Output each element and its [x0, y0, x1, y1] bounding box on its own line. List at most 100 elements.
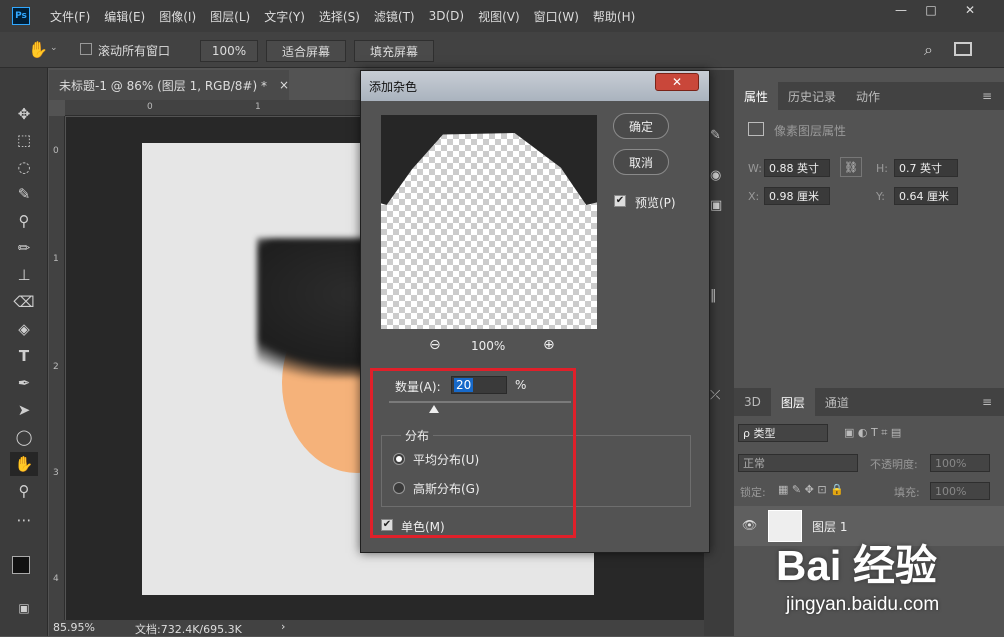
- width-label: W:: [748, 162, 762, 175]
- path-select-tool-icon[interactable]: ➤: [10, 398, 38, 422]
- menu-file[interactable]: 文件(F): [50, 8, 90, 25]
- preview-hair-shape: [381, 115, 597, 205]
- tab-channels[interactable]: 通道: [815, 388, 859, 416]
- maximize-button[interactable]: □: [916, 0, 946, 20]
- ruler-number: 0: [53, 146, 59, 156]
- tab-3d[interactable]: 3D: [734, 388, 771, 416]
- width-field[interactable]: 0.88 英寸: [764, 159, 830, 177]
- zoom-in-icon[interactable]: ⊕: [543, 337, 555, 353]
- hand-tool-icon[interactable]: ✋: [28, 40, 48, 59]
- properties-tabs: 属性 历史记录 动作 ≡: [734, 82, 1004, 110]
- panel-menu-icon[interactable]: ≡: [982, 89, 992, 103]
- dock-tool-icon[interactable]: ‖: [710, 288, 717, 303]
- eyedropper-tool-icon[interactable]: ⚲: [10, 209, 38, 233]
- menu-filter[interactable]: 滤镜(T): [374, 8, 415, 25]
- stamp-tool-icon[interactable]: ⊥: [10, 263, 38, 287]
- menu-edit[interactable]: 编辑(E): [104, 8, 145, 25]
- watermark-logo: Bai 经验: [776, 542, 938, 589]
- lasso-tool-icon[interactable]: ◌: [10, 155, 38, 179]
- menu-window[interactable]: 窗口(W): [534, 8, 579, 25]
- layers-tabs: 3D 图层 通道 ≡: [734, 388, 1004, 416]
- cancel-button[interactable]: 取消: [613, 149, 669, 175]
- ok-button[interactable]: 确定: [613, 113, 669, 139]
- ruler-number: 0: [147, 102, 153, 112]
- zoom-100-button[interactable]: 100%: [200, 40, 258, 62]
- chevron-down-icon[interactable]: ⌄: [50, 43, 58, 53]
- zoom-level[interactable]: 85.95%: [53, 621, 95, 634]
- ruler-number: 1: [53, 254, 59, 264]
- document-info: 文档:732.4K/695.3K: [135, 623, 242, 636]
- tab-layers[interactable]: 图层: [770, 388, 815, 416]
- eraser-tool-icon[interactable]: ⌫: [10, 290, 38, 314]
- zoom-out-icon[interactable]: ⊖: [429, 337, 441, 353]
- search-icon[interactable]: ⌕: [924, 40, 933, 60]
- options-bar: ✋ ⌄ 滚动所有窗口 100% 适合屏幕 填充屏幕 ⌕: [0, 32, 1004, 68]
- fill-field[interactable]: 100%: [930, 482, 990, 500]
- quick-mask-icon[interactable]: ▣: [10, 596, 38, 620]
- preview-label: 预览(P): [635, 196, 676, 210]
- document-tab[interactable]: 未标题-1 @ 86% (图层 1, RGB/8#) * ×: [49, 70, 289, 100]
- preview-zoom-level: 100%: [471, 339, 506, 353]
- menu-type[interactable]: 文字(Y): [264, 8, 305, 25]
- document-tab-title: 未标题-1 @ 86% (图层 1, RGB/8#) *: [59, 78, 267, 93]
- x-label: X:: [748, 190, 760, 203]
- properties-panel: 属性 历史记录 动作 ≡ 像素图层属性 W: 0.88 英寸 ⛓ H: 0.7 …: [734, 82, 1004, 382]
- x-field[interactable]: 0.98 厘米: [764, 187, 830, 205]
- brush-tool-icon[interactable]: ✏: [10, 236, 38, 260]
- visibility-eye-icon[interactable]: 👁: [742, 518, 757, 532]
- layer-filter-select[interactable]: ρ 类型: [738, 424, 828, 442]
- close-window-button[interactable]: ✕: [952, 0, 988, 20]
- minimize-button[interactable]: —: [886, 0, 916, 20]
- lock-icons[interactable]: ▦ ✎ ✥ ⊡ 🔒: [778, 483, 844, 496]
- ruler-number: 1: [255, 102, 261, 112]
- move-tool-icon[interactable]: ✥: [10, 102, 38, 126]
- tools-panel: ✥ ⬚ ◌ ✎ ⚲ ✏ ⊥ ⌫ ◈ T ✒ ➤ ◯ ✋ ⚲ ⋯ ▣: [0, 68, 48, 636]
- menu-bar: Ps 文件(F) 编辑(E) 图像(I) 图层(L) 文字(Y) 选择(S) 滤…: [0, 0, 1004, 32]
- zoom-tool-icon[interactable]: ⚲: [10, 479, 38, 503]
- filter-icons[interactable]: ▣ ◐ T ⌗ ▤: [844, 426, 901, 440]
- bucket-tool-icon[interactable]: ◈: [10, 317, 38, 341]
- highlight-box: [370, 368, 576, 538]
- workspace-icon[interactable]: [954, 42, 972, 56]
- blend-mode-select[interactable]: 正常: [738, 454, 858, 472]
- ellipse-tool-icon[interactable]: ◯: [10, 425, 38, 449]
- status-menu-arrow-icon[interactable]: ›: [281, 620, 285, 633]
- ruler-vertical: 0 1 2 3 4: [49, 116, 65, 620]
- tab-actions[interactable]: 动作: [846, 82, 890, 110]
- tab-history[interactable]: 历史记录: [778, 82, 846, 110]
- menu-image[interactable]: 图像(I): [159, 8, 196, 25]
- menu-help[interactable]: 帮助(H): [593, 8, 635, 25]
- hand-tool-button-icon[interactable]: ✋: [10, 452, 38, 476]
- baidu-watermark: Bai 经验 jingyan.baidu.com: [776, 522, 1004, 636]
- dialog-close-button[interactable]: ✕: [655, 73, 699, 91]
- marquee-tool-icon[interactable]: ⬚: [10, 128, 38, 152]
- scroll-all-checkbox[interactable]: [80, 43, 92, 55]
- menu-view[interactable]: 视图(V): [478, 8, 520, 25]
- menu-layer[interactable]: 图层(L): [210, 8, 250, 25]
- menu-select[interactable]: 选择(S): [319, 8, 360, 25]
- pen-tool-icon[interactable]: ✒: [10, 371, 38, 395]
- magic-wand-tool-icon[interactable]: ✎: [10, 182, 38, 206]
- dock-tool-icon[interactable]: ◉: [710, 168, 721, 183]
- fill-label: 填充:: [894, 486, 920, 499]
- preview-checkbox[interactable]: ✔: [614, 195, 626, 207]
- dock-tool-icon[interactable]: ⤫: [710, 388, 720, 403]
- ruler-number: 4: [53, 574, 59, 584]
- menu-3d[interactable]: 3D(D): [429, 9, 464, 23]
- tab-properties[interactable]: 属性: [734, 82, 779, 110]
- preview-image[interactable]: [381, 115, 597, 329]
- fit-screen-button[interactable]: 适合屏幕: [266, 40, 346, 62]
- type-tool-icon[interactable]: T: [10, 344, 38, 368]
- dock-tool-icon[interactable]: ✎: [710, 128, 721, 143]
- dock-tool-icon[interactable]: ▣: [710, 198, 722, 213]
- opacity-field[interactable]: 100%: [930, 454, 990, 472]
- foreground-color-swatch[interactable]: [12, 556, 30, 574]
- link-icon[interactable]: ⛓: [840, 157, 862, 177]
- lock-label: 锁定:: [740, 486, 766, 499]
- document-tab-close-icon[interactable]: ×: [279, 78, 289, 92]
- y-field[interactable]: 0.64 厘米: [894, 187, 958, 205]
- panel-menu-icon[interactable]: ≡: [982, 395, 992, 409]
- height-field[interactable]: 0.7 英寸: [894, 159, 958, 177]
- more-tools-icon[interactable]: ⋯: [10, 508, 38, 532]
- fill-screen-button[interactable]: 填充屏幕: [354, 40, 434, 62]
